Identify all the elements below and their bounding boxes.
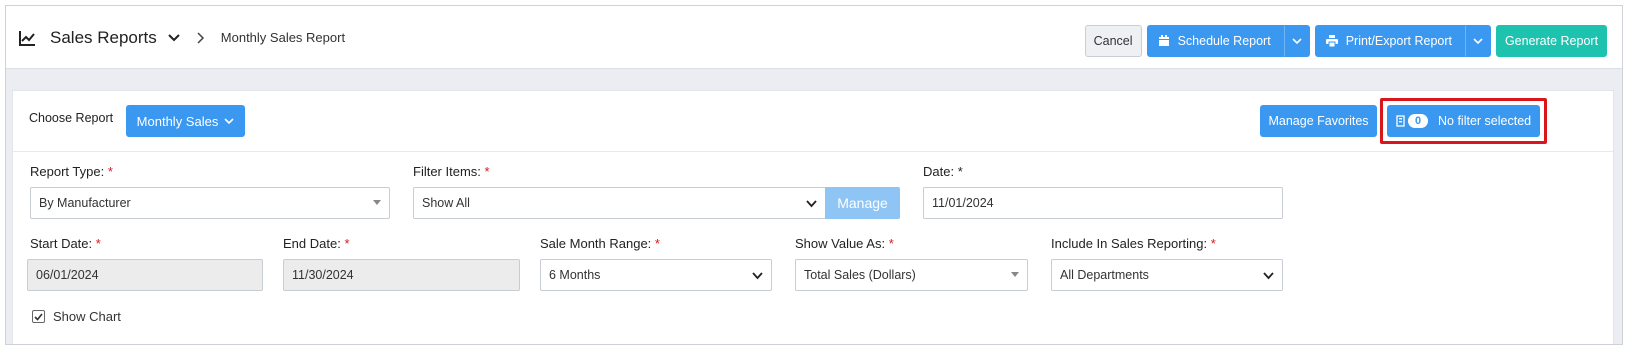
print-export-label: Print/Export Report xyxy=(1345,34,1452,48)
filter-count-badge: 0 xyxy=(1408,114,1428,128)
breadcrumb: Monthly Sales Report xyxy=(220,30,346,45)
print-export-dropdown[interactable] xyxy=(1465,25,1491,57)
start-date-input[interactable]: 06/01/2024 xyxy=(27,259,263,291)
report-toolbar: Choose Report Monthly Sales Manage Favor… xyxy=(13,91,1613,152)
filter-status-button[interactable]: 0 No filter selected xyxy=(1387,105,1540,137)
report-type-label: Report Type: * xyxy=(30,164,113,179)
report-panel: Choose Report Monthly Sales Manage Favor… xyxy=(12,90,1614,344)
cancel-button[interactable]: Cancel xyxy=(1084,25,1142,57)
date-label: Date: * xyxy=(923,164,963,179)
print-export-button[interactable]: Print/Export Report xyxy=(1314,25,1465,57)
date-value: 11/01/2024 xyxy=(932,196,994,210)
selected-report-label: Monthly Sales xyxy=(136,113,219,129)
chevron-down-icon xyxy=(752,271,763,280)
report-selector-button[interactable]: Monthly Sales xyxy=(126,105,245,137)
report-type-value: By Manufacturer xyxy=(39,196,131,210)
generate-report-button[interactable]: Generate Report xyxy=(1496,25,1607,57)
chevron-down-icon[interactable] xyxy=(167,31,181,45)
print-export-group: Print/Export Report xyxy=(1314,25,1491,57)
schedule-report-label: Schedule Report xyxy=(1177,34,1271,48)
schedule-report-group: Schedule Report xyxy=(1146,25,1310,57)
filter-items-value: Show All xyxy=(422,196,470,210)
show-value-as-value: Total Sales (Dollars) xyxy=(804,268,916,282)
sale-month-range-label: Sale Month Range: * xyxy=(540,236,660,251)
end-date-label: End Date: * xyxy=(283,236,350,251)
caret-down-icon xyxy=(1011,272,1019,277)
date-input[interactable]: 11/01/2024 xyxy=(923,187,1283,219)
schedule-report-button[interactable]: Schedule Report xyxy=(1146,25,1284,57)
start-date-label: Start Date: * xyxy=(30,236,101,251)
schedule-report-dropdown[interactable] xyxy=(1283,25,1310,57)
page-title: Sales Reports xyxy=(50,27,157,47)
choose-report-label: Choose Report xyxy=(29,111,114,125)
chevron-down-icon xyxy=(806,199,817,208)
filter-items-select[interactable]: Show All xyxy=(413,187,826,219)
include-in-sales-label: Include In Sales Reporting: * xyxy=(1051,236,1216,251)
checkmark-icon xyxy=(34,312,43,321)
line-chart-icon xyxy=(18,29,36,47)
show-chart-label: Show Chart xyxy=(53,309,121,324)
include-in-sales-value: All Departments xyxy=(1060,268,1149,282)
end-date-input[interactable]: 11/30/2024 xyxy=(283,259,520,291)
sale-month-range-value: 6 Months xyxy=(549,268,601,282)
chevron-down-icon xyxy=(224,117,234,125)
include-in-sales-select[interactable]: All Departments xyxy=(1051,259,1283,291)
manage-filter-button[interactable]: Manage xyxy=(825,187,900,219)
manage-favorites-button[interactable]: Manage Favorites xyxy=(1260,105,1377,137)
chevron-down-icon xyxy=(1263,271,1274,280)
page-header: Sales Reports Monthly Sales Report Cance… xyxy=(6,6,1622,69)
start-date-value: 06/01/2024 xyxy=(36,268,99,282)
chevron-down-icon xyxy=(1292,38,1302,45)
report-type-select[interactable]: By Manufacturer xyxy=(30,187,390,219)
app-window: Sales Reports Monthly Sales Report Cance… xyxy=(5,5,1623,345)
show-chart-checkbox[interactable] xyxy=(32,310,45,323)
end-date-value: 11/30/2024 xyxy=(292,268,354,282)
filter-icon xyxy=(1396,115,1405,127)
filter-status-label: No filter selected xyxy=(1438,114,1532,128)
calendar-icon xyxy=(1158,35,1170,47)
title-area: Sales Reports Monthly Sales Report xyxy=(18,6,345,69)
header-actions: Cancel Schedule Report Print/Export Repo… xyxy=(1084,25,1607,57)
show-value-as-select[interactable]: Total Sales (Dollars) xyxy=(795,259,1028,291)
sale-month-range-select[interactable]: 6 Months xyxy=(540,259,772,291)
chevron-down-icon xyxy=(1473,38,1483,45)
chevron-right-icon xyxy=(195,31,205,44)
filter-items-label: Filter Items: * xyxy=(413,164,490,179)
caret-down-icon xyxy=(373,200,381,205)
show-value-as-label: Show Value As: * xyxy=(795,236,894,251)
printer-icon xyxy=(1325,35,1338,47)
